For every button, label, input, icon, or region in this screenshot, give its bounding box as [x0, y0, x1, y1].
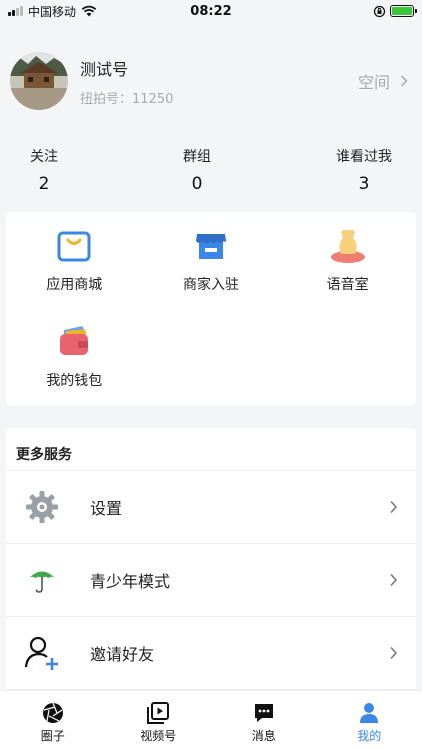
stat-label: 群组: [183, 149, 211, 165]
stat-label: 关注: [30, 149, 58, 165]
aperture-icon: [42, 702, 63, 723]
feature-grid: 应用商城 商家入驻 语音室 我的钱包: [6, 212, 416, 406]
tab-label: 圈子: [40, 728, 65, 743]
section-title: 更多服务: [16, 447, 72, 463]
user-id: 扭拍号：11250: [80, 91, 174, 107]
umbrella-icon: [24, 562, 60, 598]
orientation-lock-icon: [373, 5, 386, 17]
tab-label: 我的: [357, 728, 382, 743]
voice-room-icon: [329, 226, 367, 264]
chevron-right-icon: [390, 646, 398, 660]
service-item-settings[interactable]: 设置: [6, 470, 416, 543]
person-icon: [360, 702, 379, 723]
profile-info: 测试号 扭拍号：11250: [80, 56, 358, 107]
grid-label: 我的钱包: [46, 373, 103, 389]
service-label: 设置: [90, 499, 123, 518]
avatar[interactable]: [10, 52, 68, 110]
stat-groups[interactable]: 群组 0: [183, 146, 211, 194]
grid-item-wallet[interactable]: 我的钱包: [6, 322, 143, 418]
storefront-icon: [192, 226, 230, 264]
tab-mine[interactable]: 我的: [317, 691, 422, 750]
status-left: 中国移动: [8, 3, 97, 20]
stat-value: 0: [191, 174, 203, 194]
grid-item-app-store[interactable]: 应用商城: [6, 226, 143, 322]
stat-visitors[interactable]: 谁看过我 3: [336, 146, 392, 194]
tab-messages[interactable]: 消息: [211, 691, 317, 750]
space-link[interactable]: 空间: [358, 69, 412, 93]
stat-label: 谁看过我: [336, 149, 392, 165]
tab-circle[interactable]: 圈子: [0, 691, 106, 750]
carrier-name: 中国移动: [28, 4, 77, 19]
gear-icon: [24, 489, 60, 525]
chevron-right-icon: [390, 500, 398, 514]
signal-icon: [8, 6, 23, 16]
grid-label: 商家入驻: [182, 277, 239, 293]
video-icon: [147, 701, 170, 724]
stat-following[interactable]: 关注 2: [30, 146, 58, 194]
status-right: [373, 5, 417, 18]
stat-value: 3: [358, 174, 370, 194]
tab-label: 消息: [251, 728, 276, 743]
status-time: 08:22: [190, 3, 232, 19]
grid-label: 语音室: [326, 277, 369, 293]
service-item-invite[interactable]: 邀请好友: [6, 616, 416, 689]
shopping-bag-icon: [55, 226, 93, 264]
stats-row: 关注 2 群组 0 谁看过我 3: [0, 146, 422, 194]
add-user-icon: [24, 635, 60, 671]
chevron-right-icon: [390, 573, 398, 587]
wifi-icon: [81, 5, 97, 17]
tab-label: 视频号: [140, 728, 177, 743]
message-icon: [254, 703, 273, 722]
grid-item-merchant[interactable]: 商家入驻: [143, 226, 280, 322]
bottom-tab-bar: 圈子 视频号 消息 我的: [0, 690, 422, 750]
nickname: 测试号: [80, 59, 129, 79]
service-label: 邀请好友: [90, 645, 155, 664]
battery-icon: [390, 5, 417, 17]
wallet-icon: [55, 322, 93, 360]
grid-item-voice-room[interactable]: 语音室: [279, 226, 416, 322]
stat-value: 2: [38, 174, 50, 194]
tab-video[interactable]: 视频号: [106, 691, 212, 750]
more-services: 更多服务 设置 青少年模式 邀请好友: [6, 428, 416, 718]
status-bar: 中国移动 08:22: [0, 0, 422, 22]
chevron-right-icon: [400, 75, 408, 87]
service-item-teen-mode[interactable]: 青少年模式: [6, 543, 416, 616]
space-label: 空间: [357, 73, 390, 92]
service-label: 青少年模式: [90, 572, 171, 591]
grid-label: 应用商城: [46, 277, 103, 293]
profile-header[interactable]: 测试号 扭拍号：11250 空间: [0, 22, 422, 122]
